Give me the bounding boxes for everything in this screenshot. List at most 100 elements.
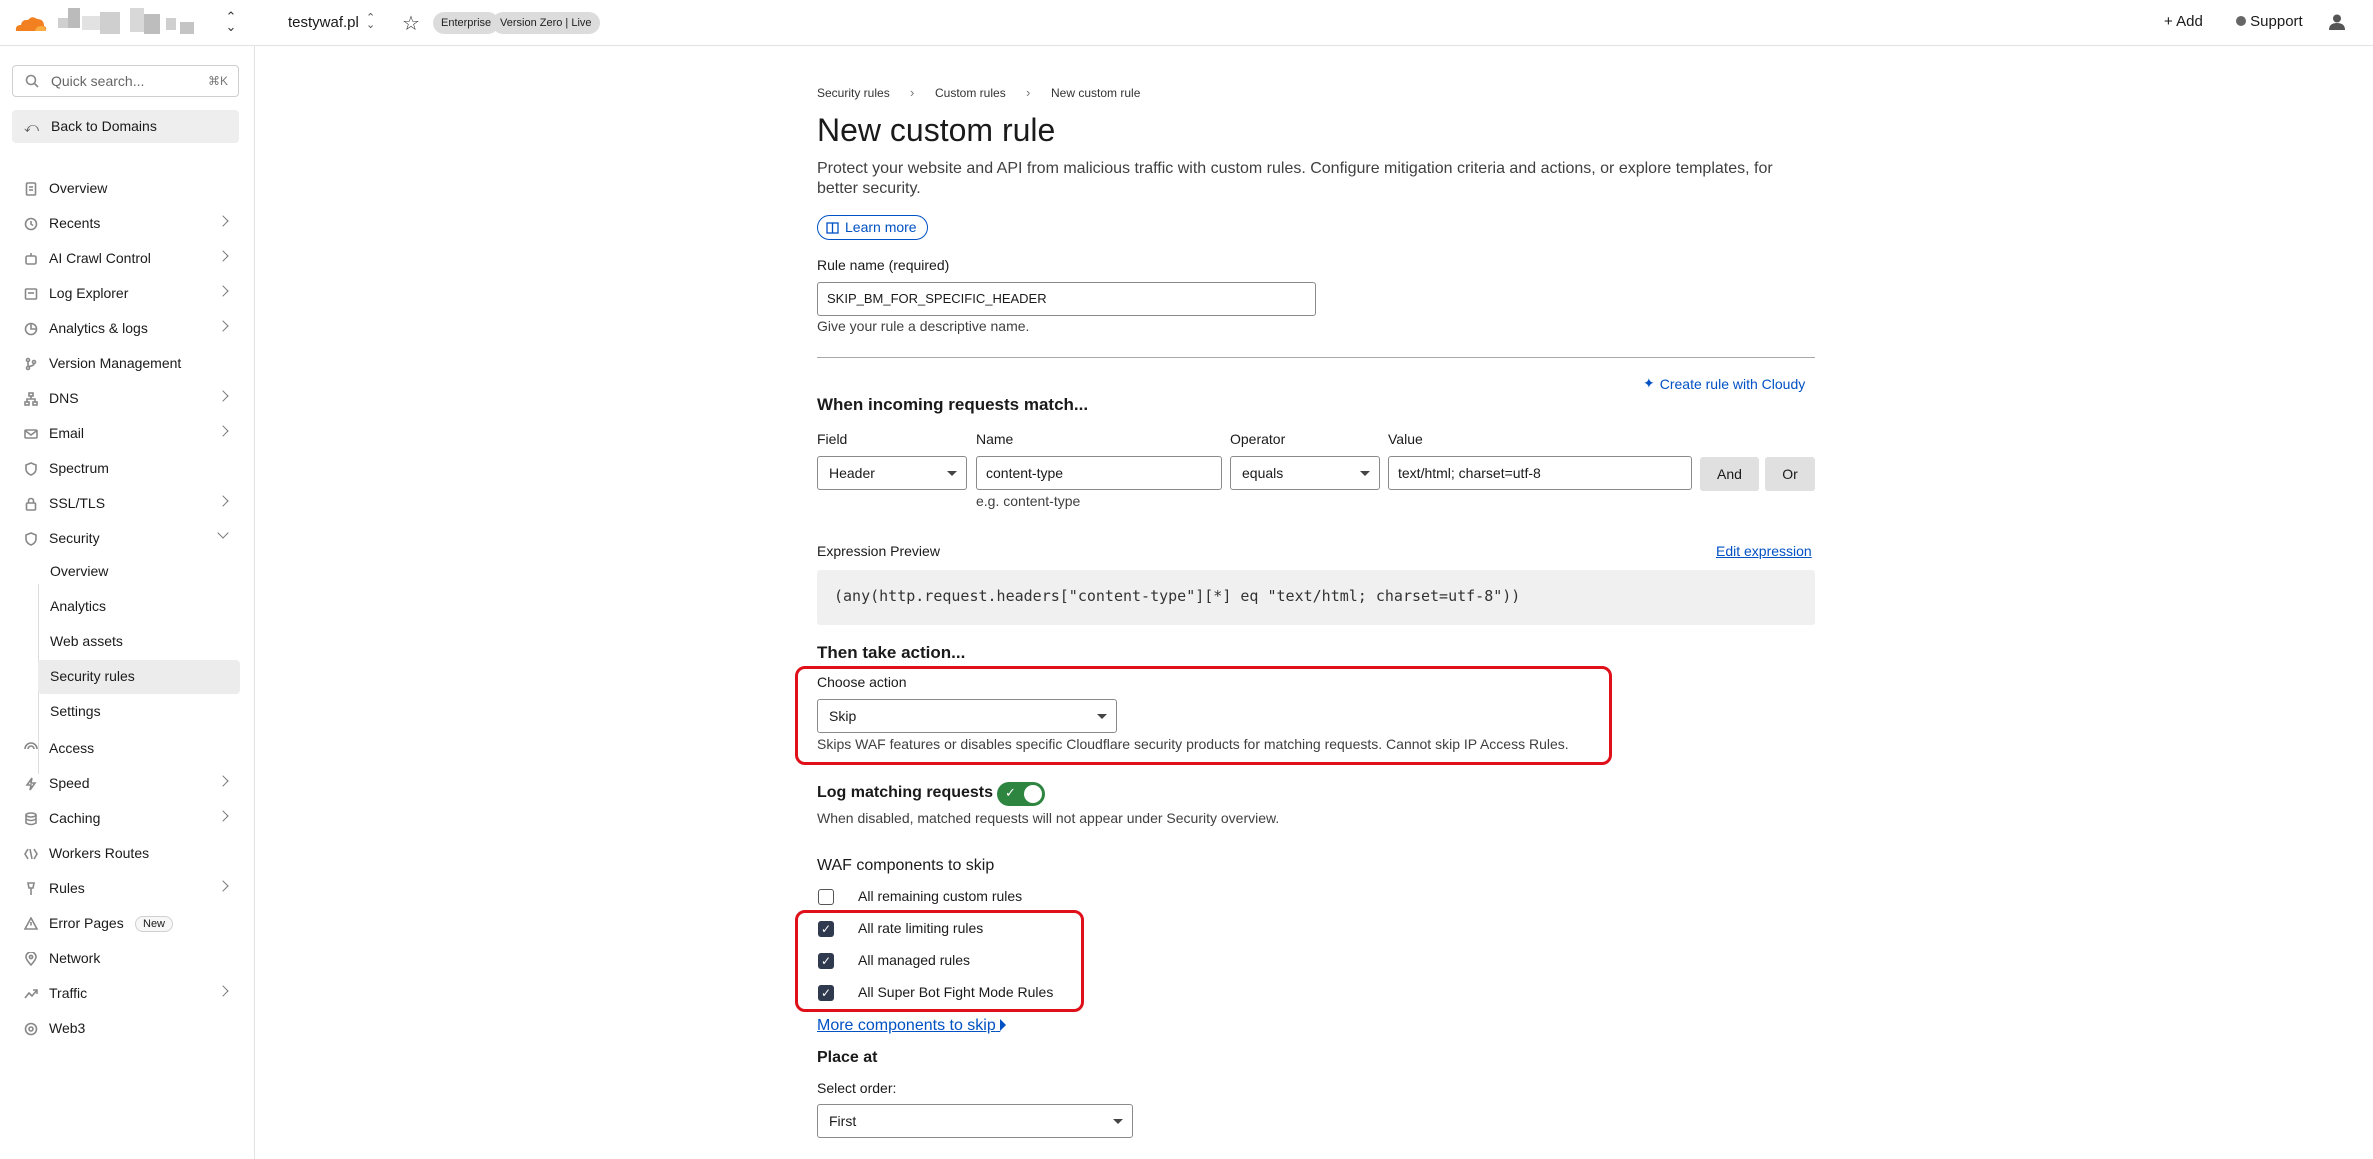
checkbox-remaining-custom-rules[interactable]	[818, 889, 834, 905]
expression-text: (any(http.request.headers["content-type"…	[834, 587, 1521, 605]
support-button[interactable]: Support	[2236, 13, 2303, 30]
sidebar-item-label: Spectrum	[49, 460, 109, 476]
checkbox-managed-rules[interactable]: ✓	[818, 953, 834, 969]
shield-icon	[25, 532, 37, 546]
rule-name-input[interactable]: SKIP_BM_FOR_SPECIFIC_HEADER	[817, 282, 1316, 316]
sidebar-subitem-analytics[interactable]: Analytics	[38, 590, 240, 624]
sidebar-item-recents[interactable]: Recents	[12, 209, 239, 239]
place-at-heading: Place at	[817, 1049, 878, 1066]
field-select-value: Header	[829, 465, 875, 481]
breadcrumb-security-rules[interactable]: Security rules	[817, 86, 890, 100]
checkbox-label: All managed rules	[858, 952, 971, 968]
domain-switcher-chevron-icon[interactable]: ⌃ ⌄	[366, 13, 375, 31]
mail-icon	[24, 429, 38, 439]
sidebar-item-speed[interactable]: Speed	[12, 769, 239, 799]
caret-down-icon	[1113, 1119, 1123, 1124]
or-button[interactable]: Or	[1765, 457, 1815, 491]
order-select[interactable]: First	[817, 1104, 1133, 1138]
sidebar-item-log-explorer[interactable]: Log Explorer	[12, 279, 239, 309]
search-input[interactable]: Quick search... ⌘K	[12, 65, 239, 97]
star-icon[interactable]: ☆	[402, 11, 420, 36]
operator-select[interactable]: equals	[1230, 456, 1380, 490]
and-button[interactable]: And	[1700, 457, 1759, 491]
sidebar-item-ssl-tls[interactable]: SSL/TLS	[12, 489, 239, 519]
match-heading: When incoming requests match...	[817, 395, 1089, 414]
sidebar-item-ai-crawl-control[interactable]: AI Crawl Control	[12, 244, 239, 274]
sidebar-item-security[interactable]: Security	[12, 524, 239, 554]
sidebar-item-traffic[interactable]: Traffic	[12, 979, 239, 1009]
sidebar-subitem-label: Overview	[50, 563, 109, 579]
chevron-right-icon	[217, 880, 229, 892]
breadcrumb-custom-rules[interactable]: Custom rules	[935, 86, 1006, 100]
version-badge[interactable]: Version Zero | Live	[492, 12, 600, 34]
back-to-domains-button[interactable]: ⤺ Back to Domains	[12, 110, 239, 143]
sidebar-item-label: Email	[49, 425, 85, 441]
value-input[interactable]: text/html; charset=utf-8	[1388, 456, 1692, 490]
sidebar-item-overview[interactable]: Overview	[12, 174, 239, 204]
sidebar-item-label: SSL/TLS	[49, 495, 106, 511]
sidebar-item-label: Log Explorer	[49, 285, 129, 301]
chart-icon	[24, 322, 38, 336]
sidebar-subitem-security-rules[interactable]: Security rules	[38, 660, 240, 694]
operator-label: Operator	[1230, 431, 1286, 447]
action-heading: Then take action...	[817, 643, 966, 662]
sidebar-item-label: Recents	[49, 215, 101, 231]
rules-icon	[27, 882, 35, 895]
search-icon	[25, 74, 39, 88]
chevron-right-icon	[217, 320, 229, 332]
sidebar-item-caching[interactable]: Caching	[12, 804, 239, 834]
divider	[817, 357, 1815, 358]
checkbox-rate-limiting-rules[interactable]: ✓	[818, 921, 834, 937]
sidebar-item-label: Security	[49, 530, 100, 546]
action-select[interactable]: Skip	[817, 699, 1117, 733]
sidebar-item-error-pages[interactable]: Error Pages New	[12, 909, 239, 939]
add-button[interactable]: + Add	[2164, 13, 2203, 30]
sidebar-subitem-label: Settings	[50, 703, 101, 719]
field-select[interactable]: Header	[817, 456, 967, 490]
network-icon	[24, 392, 38, 406]
sidebar-item-dns[interactable]: DNS	[12, 384, 239, 414]
more-components-label: More components to skip	[817, 1017, 996, 1034]
checkbox-super-bot-fight-mode[interactable]: ✓	[818, 985, 834, 1001]
clock-icon	[24, 217, 38, 231]
sidebar-item-version-management[interactable]: Version Management	[12, 349, 239, 379]
learn-more-button[interactable]: Learn more	[817, 215, 928, 240]
sidebar-subitem-label: Analytics	[50, 598, 107, 614]
breadcrumb-separator-icon: ›	[910, 85, 915, 100]
sidebar-item-access[interactable]: Access	[12, 734, 239, 764]
help-icon	[2236, 16, 2246, 26]
toggle-knob	[1024, 785, 1042, 803]
cloudflare-logo-icon[interactable]	[13, 14, 47, 32]
branch-icon	[25, 357, 37, 371]
chevron-right-icon	[217, 775, 229, 787]
account-switcher-chevron-icon[interactable]: ⌃ ⌄	[224, 10, 238, 33]
expression-preview: (any(http.request.headers["content-type"…	[817, 570, 1815, 625]
create-rule-with-cloudy-link[interactable]: ✦ Create rule with Cloudy	[1643, 375, 1805, 392]
sparkle-icon: ✦	[1643, 375, 1655, 391]
sidebar-item-web3[interactable]: Web3	[12, 1014, 239, 1044]
checkbox-label: All rate limiting rules	[858, 920, 984, 936]
log-matching-toggle[interactable]: ✓	[997, 782, 1045, 806]
learn-more-label: Learn more	[845, 219, 917, 235]
sidebar-item-workers-routes[interactable]: Workers Routes	[12, 839, 239, 869]
more-components-link[interactable]: More components to skip	[817, 1017, 1007, 1035]
sidebar-item-analytics-logs[interactable]: Analytics & logs	[12, 314, 239, 344]
sidebar-subitem-web-assets[interactable]: Web assets	[38, 625, 240, 659]
access-icon	[24, 742, 38, 750]
edit-expression-link[interactable]: Edit expression	[1716, 543, 1812, 559]
document-icon	[25, 182, 37, 196]
header-name-input[interactable]: content-type	[976, 456, 1222, 490]
sidebar-subitem-overview[interactable]: Overview	[38, 555, 240, 589]
sidebar-item-rules[interactable]: Rules	[12, 874, 239, 904]
sidebar-subitem-settings[interactable]: Settings	[38, 695, 240, 729]
caret-down-icon	[1360, 471, 1370, 476]
sidebar-subitem-label: Security rules	[50, 668, 135, 684]
account-name-pixelated[interactable]	[58, 8, 208, 38]
sidebar-item-email[interactable]: Email	[12, 419, 239, 449]
sidebar-item-spectrum[interactable]: Spectrum	[12, 454, 239, 484]
domain-name[interactable]: testywaf.pl	[288, 14, 359, 31]
sidebar-item-network[interactable]: Network	[12, 944, 239, 974]
search-placeholder: Quick search...	[51, 73, 145, 89]
shield-icon	[25, 462, 37, 476]
user-icon[interactable]	[2328, 13, 2346, 31]
